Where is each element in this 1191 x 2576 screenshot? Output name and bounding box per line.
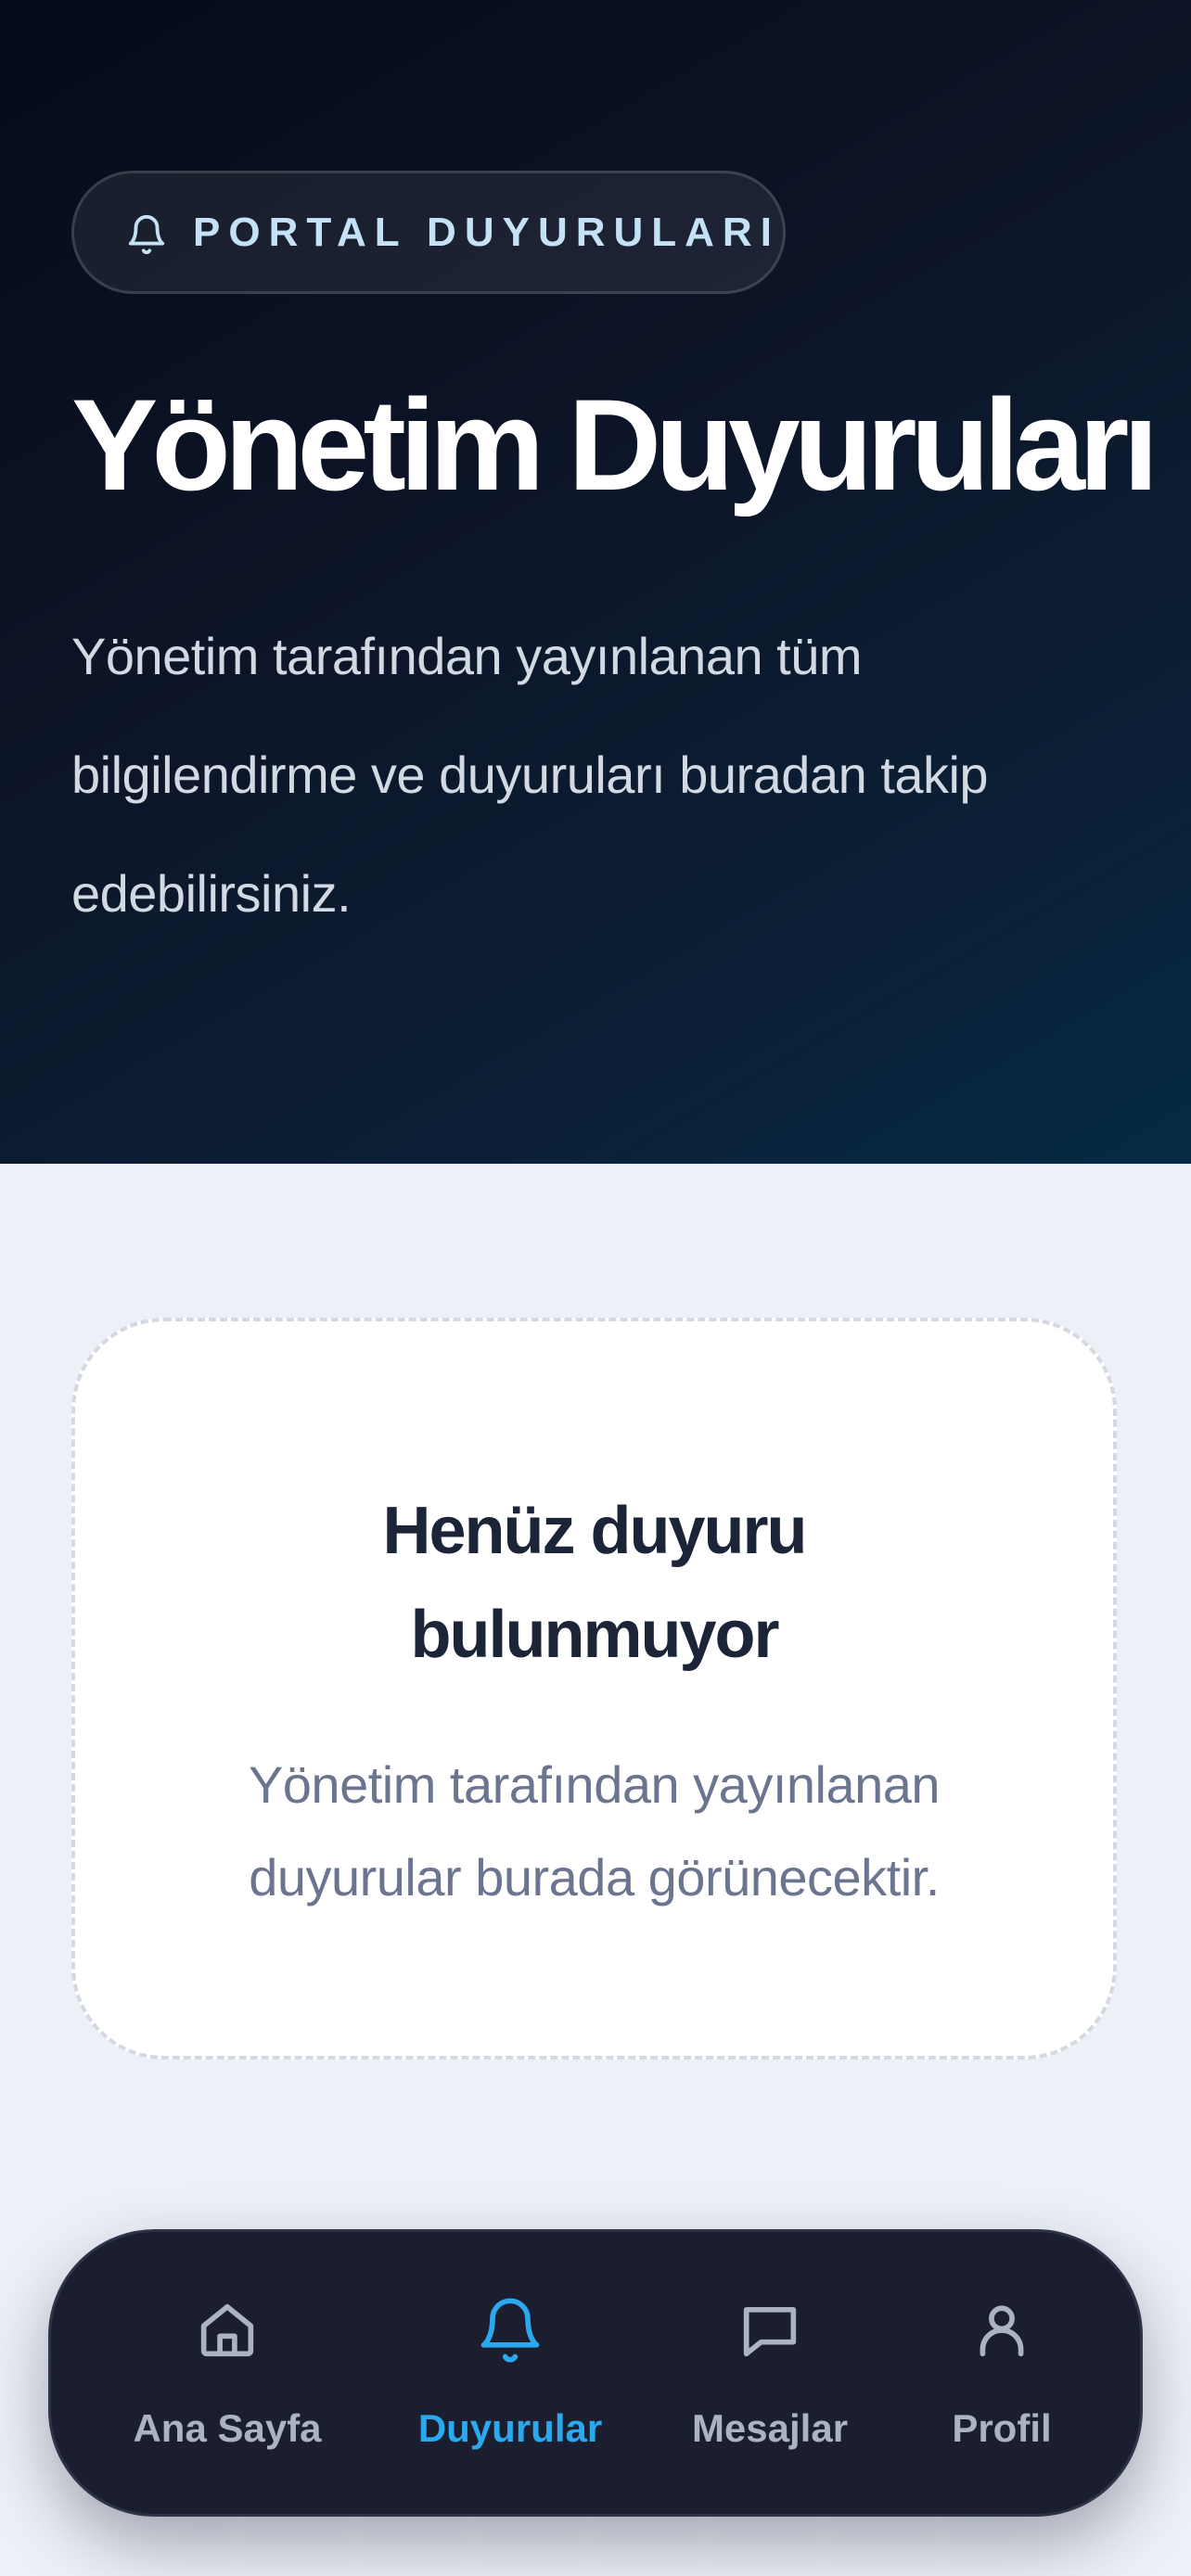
badge-label: PORTAL DUYURULARI <box>193 210 780 255</box>
empty-state-description-line: duyurular burada görünecektir. <box>249 1848 940 1906</box>
bell-icon <box>480 2298 540 2363</box>
bottom-tab-bar: Ana Sayfa Duyurular Mesajlar Profil <box>48 2229 1143 2517</box>
tab-home[interactable]: Ana Sayfa <box>125 2232 329 2514</box>
empty-state-title-line: Henüz duyuru <box>382 1494 808 1568</box>
empty-state-title-line: bulunmuyor <box>410 1598 780 1672</box>
tab-label: Ana Sayfa <box>133 2406 322 2450</box>
empty-state-description: Yönetim tarafından yayınlanan duyurular … <box>75 1739 1113 1924</box>
message-icon <box>743 2306 797 2357</box>
bell-icon <box>128 215 165 255</box>
user-icon <box>980 2305 1024 2357</box>
empty-state-card: Henüz duyuru bulunmuyor Yönetim tarafınd… <box>71 1318 1117 2060</box>
tab-label: Profil <box>952 2406 1052 2450</box>
tab-announcements[interactable]: Duyurular <box>394 2232 626 2514</box>
tab-label: Duyurular <box>417 2406 603 2450</box>
empty-state-title: Henüz duyuru bulunmuyor <box>75 1479 1113 1687</box>
page-title: Yönetim Duyuruları <box>71 372 1159 517</box>
page-description: Yönetim tarafından yayınlanan tüm bilgil… <box>71 627 989 923</box>
home-icon <box>200 2303 254 2357</box>
tab-label: Mesajlar <box>691 2406 849 2450</box>
hero-header: PORTAL DUYURULARI Yönetim Duyuruları Yön… <box>0 0 1191 1164</box>
empty-state-description-line: Yönetim tarafından yayınlanan <box>248 1755 941 1814</box>
tab-profile[interactable]: Profil <box>923 2232 1081 2514</box>
tab-messages[interactable]: Mesajlar <box>668 2232 872 2514</box>
portal-announcements-badge: PORTAL DUYURULARI <box>71 171 786 294</box>
